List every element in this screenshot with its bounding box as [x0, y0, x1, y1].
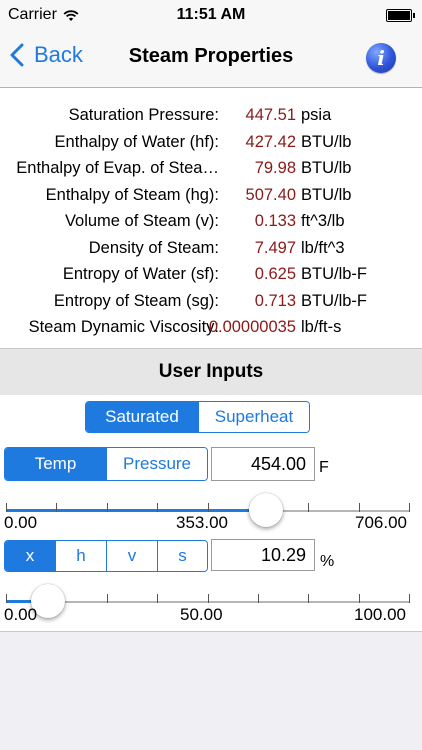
input-type-temp[interactable]: Temp: [5, 448, 106, 480]
input-type-toggle: Temp Pressure: [4, 447, 208, 481]
secondary-value-field[interactable]: 10.29: [211, 539, 315, 571]
property-value: 0.133: [254, 212, 296, 230]
quality-option-x[interactable]: x: [5, 541, 55, 571]
property-unit: BTU/lb: [301, 159, 352, 177]
secondary-unit-label: %: [320, 553, 335, 570]
property-unit: lb/ft^3: [301, 238, 345, 257]
property-unit: lb/ft-s: [301, 318, 342, 336]
slider-tick: [308, 594, 309, 603]
property-label: Entropy of Water (sf):: [62, 265, 219, 283]
property-row: Entropy of Steam (sg): 0.713 BTU/lb-F: [0, 288, 422, 314]
quality-toggle: x h v s: [4, 540, 208, 572]
property-unit: psia: [301, 106, 332, 124]
property-label: Enthalpy of Evap. of Stea…: [16, 159, 219, 177]
slider-tick: [6, 503, 7, 512]
property-label: Enthalpy of Steam (hg):: [45, 185, 219, 204]
property-value: 7.497: [254, 238, 296, 257]
quality-option-v[interactable]: v: [106, 541, 157, 571]
info-icon[interactable]: i: [366, 43, 396, 73]
slider-thumb[interactable]: [248, 493, 283, 527]
property-unit: BTU/lb-F: [301, 291, 367, 310]
quality-option-h[interactable]: h: [55, 541, 106, 571]
slider-tick: [208, 594, 209, 603]
property-row: Enthalpy of Evap. of Stea… 79.98 BTU/lb: [0, 155, 422, 181]
secondary-slider-max-label: 100.00: [354, 605, 406, 624]
slider-tick: [409, 503, 410, 512]
slider-tick: [107, 594, 108, 603]
slider-fill: [6, 509, 266, 512]
property-row: Enthalpy of Steam (hg): 507.40 BTU/lb: [0, 182, 422, 208]
slider-tick: [409, 594, 410, 603]
mode-toggle: Saturated Superheat: [85, 401, 310, 433]
property-value: 507.40: [245, 185, 296, 204]
slider-tick: [6, 594, 7, 603]
property-value: 79.98: [254, 159, 296, 177]
user-inputs-panel: Saturated Superheat Temp Pressure 454.00…: [0, 395, 422, 632]
property-label: Enthalpy of Water (hf):: [54, 132, 219, 151]
mode-option-saturated[interactable]: Saturated: [86, 402, 198, 432]
status-time: 11:51 AM: [176, 6, 246, 23]
primary-slider-min-label: 0.00: [4, 513, 38, 532]
slider-tick: [107, 503, 108, 512]
nav-bar: Back Steam Properties i: [0, 30, 422, 88]
mode-option-superheat[interactable]: Superheat: [198, 402, 309, 432]
input-type-pressure[interactable]: Pressure: [106, 448, 207, 480]
slider-tick: [157, 594, 158, 603]
slider-tick: [208, 503, 209, 512]
property-value: 0.625: [254, 265, 296, 283]
primary-unit-label: F: [319, 459, 329, 476]
slider-tick: [359, 594, 360, 603]
slider-tick: [359, 503, 360, 512]
property-unit: BTU/lb-F: [301, 265, 367, 283]
property-label: Saturation Pressure:: [68, 106, 219, 124]
page-title: Steam Properties: [128, 45, 294, 67]
secondary-slider-mid-label: 50.00: [180, 605, 223, 624]
property-label: Volume of Steam (v):: [64, 212, 219, 230]
property-label: Steam Dynamic Viscosity:: [28, 318, 219, 336]
property-label: Density of Steam:: [88, 238, 219, 257]
property-row: Saturation Pressure: 447.51 psia: [0, 102, 422, 128]
quality-option-s[interactable]: s: [157, 541, 207, 571]
property-unit: BTU/lb: [301, 132, 352, 151]
primary-value-field[interactable]: 454.00: [211, 447, 315, 481]
property-value: 0.713: [254, 291, 296, 310]
slider-tick: [258, 594, 259, 603]
slider-tick: [308, 503, 309, 512]
property-row: Entropy of Water (sf): 0.625 BTU/lb-F: [0, 261, 422, 287]
primary-slider-mid-label: 353.00: [176, 513, 228, 532]
secondary-slider-min-label: 0.00: [4, 605, 38, 624]
property-row: Steam Dynamic Viscosity: 0.00000035 lb/ft-…: [0, 314, 422, 340]
property-row: Density of Steam: 7.497 lb/ft^3: [0, 235, 422, 261]
property-row: Enthalpy of Water (hf): 427.42 BTU/lb: [0, 129, 422, 155]
property-value: 0.00000035: [208, 318, 296, 336]
property-unit: ft^3/lb: [301, 212, 345, 230]
status-bar: Carrier 11:51 AM: [0, 0, 422, 30]
properties-list: Saturation Pressure: 447.51 psia Enthalpy o…: [0, 88, 422, 348]
slider-tick: [56, 503, 57, 512]
property-unit: BTU/lb: [301, 185, 352, 204]
primary-slider-max-label: 706.00: [355, 513, 407, 532]
property-row: Volume of Steam (v): 0.133 ft^3/lb: [0, 208, 422, 234]
slider-tick: [157, 503, 158, 512]
property-label: Entropy of Steam (sg):: [53, 291, 219, 310]
property-value: 447.51: [245, 106, 296, 124]
section-header: User Inputs: [0, 348, 422, 396]
battery-icon: [386, 9, 415, 22]
property-value: 427.42: [245, 132, 296, 151]
